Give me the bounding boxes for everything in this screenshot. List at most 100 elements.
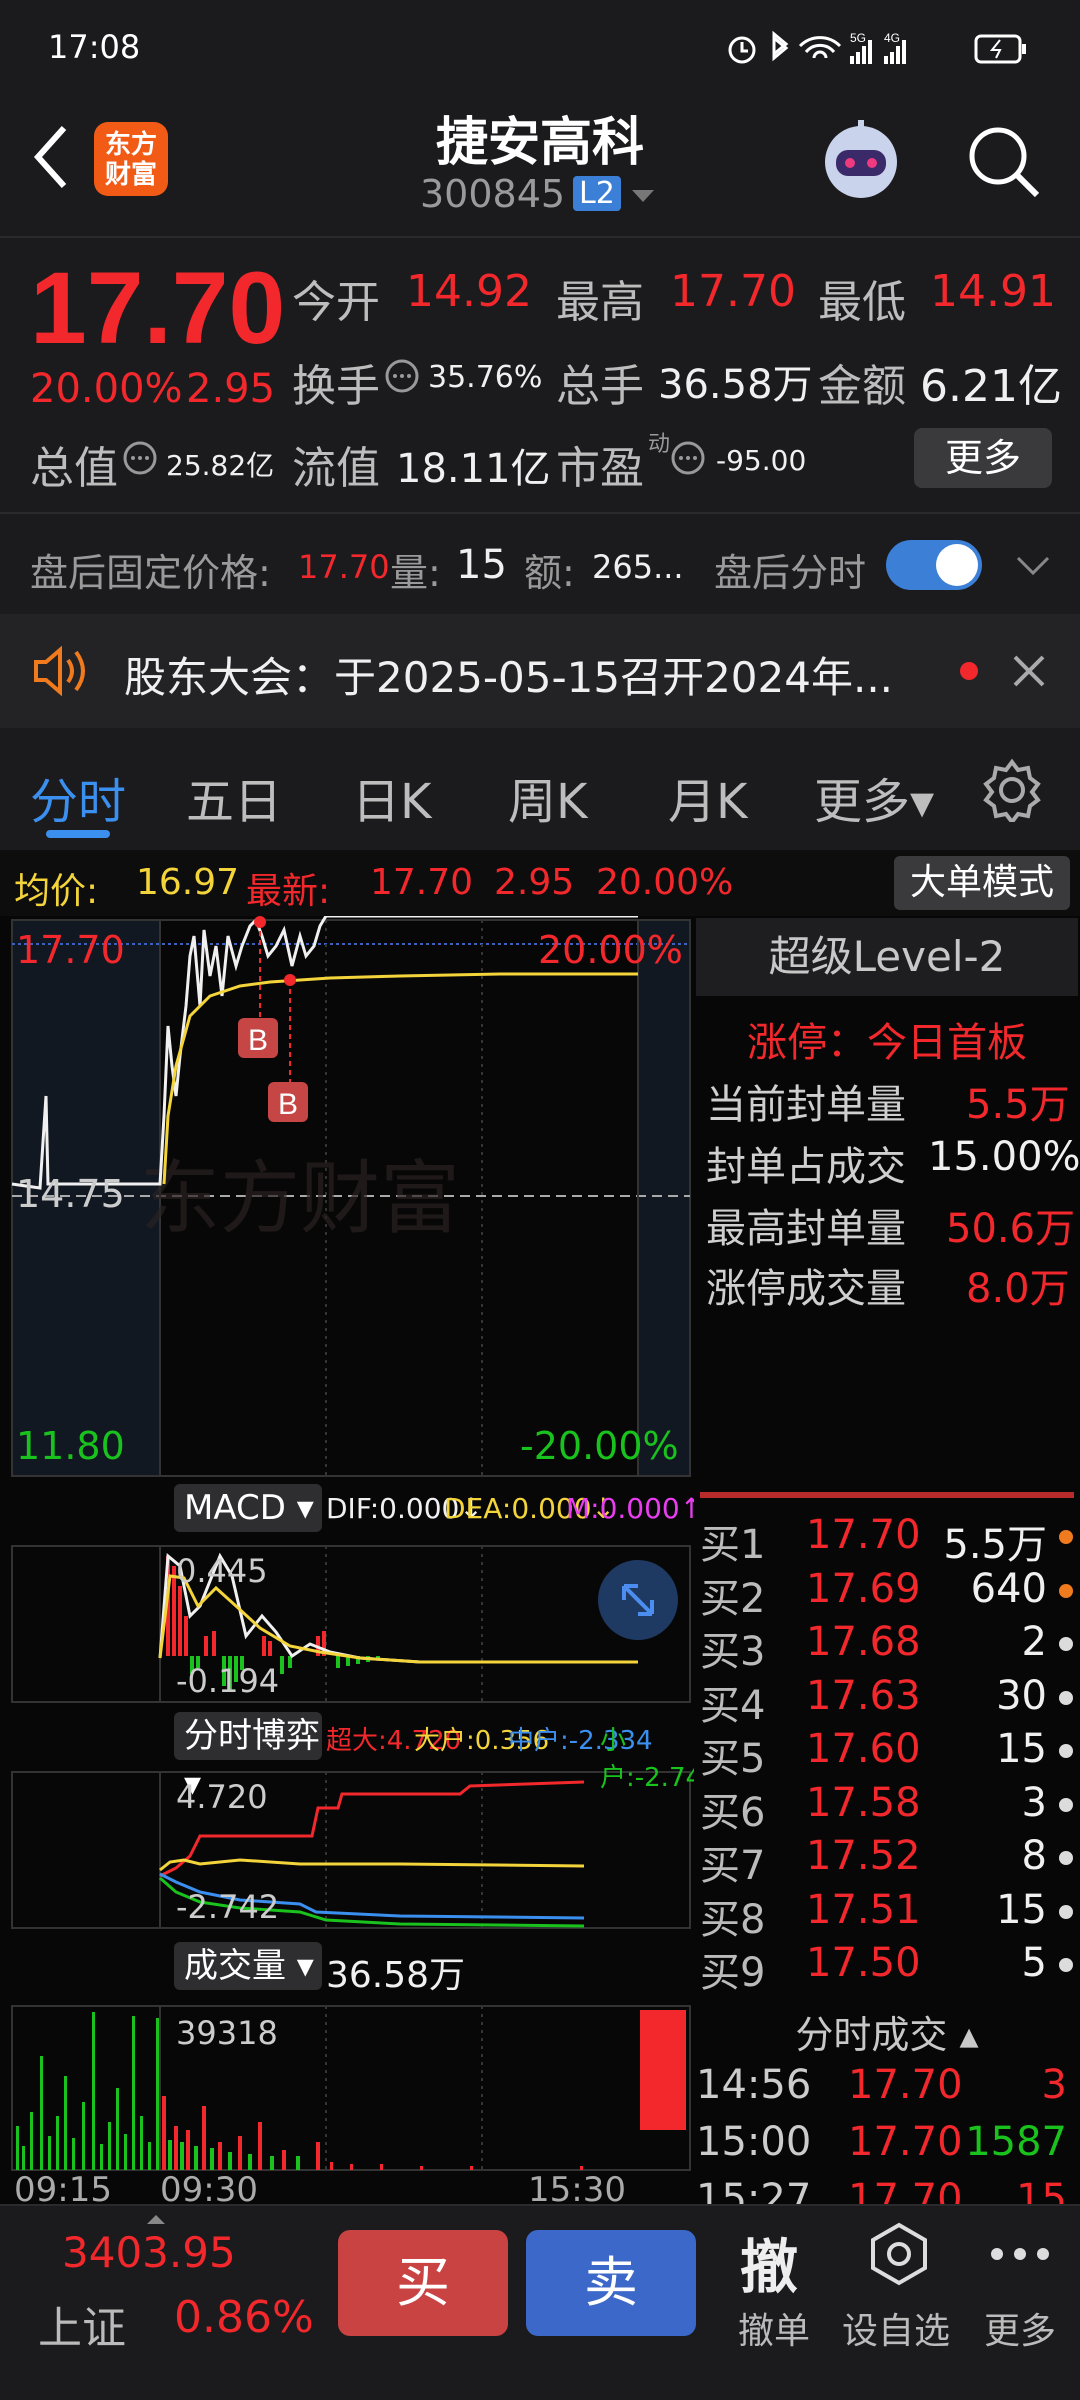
- trade-row[interactable]: 15:27 17.70 15: [696, 2176, 1071, 2204]
- orderbook-level: 买7: [700, 1843, 766, 1889]
- orderbook-volume: 5.5万: [943, 1522, 1047, 1568]
- after-hours-label: 盘后固定价格:: [30, 551, 271, 595]
- chart-area[interactable]: 东方财富 B B 17.70 20.00% 14.75 11.80 -20.00…: [0, 916, 719, 2210]
- buy-button[interactable]: 买: [338, 2230, 508, 2336]
- stock-name: 捷安高科: [435, 113, 644, 173]
- tab-monthly-k[interactable]: 月K: [668, 762, 747, 832]
- macd-m: M:0.000↑: [566, 1492, 704, 1525]
- more-dots-icon[interactable]: [990, 2246, 1050, 2265]
- seal-vol-label: 当前封单量: [706, 1082, 906, 1128]
- last-price: 17.70: [30, 251, 286, 365]
- after-hours-chart-label: 盘后分时: [714, 551, 867, 595]
- orderbook-row[interactable]: 买8 17.51 15: [700, 1887, 1075, 1943]
- amount-label: 金额: [818, 361, 906, 412]
- cancel-order-label[interactable]: 撤单: [738, 2302, 810, 2354]
- chevron-down-icon[interactable]: [630, 188, 656, 208]
- orderbook-row[interactable]: 买2 17.69 640: [700, 1565, 1075, 1622]
- orderbook-volume: 30: [996, 1672, 1047, 1719]
- orderbook-row[interactable]: 买1 17.70 5.5万: [700, 1512, 1075, 1568]
- last-label: 最新:: [246, 871, 331, 912]
- orderbook-dot: [1059, 1958, 1073, 1972]
- info-icon[interactable]: [384, 358, 420, 398]
- orderbook-row[interactable]: 买5 17.60 15: [700, 1726, 1075, 1782]
- tab-more[interactable]: 更多▾: [814, 762, 934, 832]
- orderbook-dot: [1059, 1583, 1073, 1598]
- big-line: [159, 1858, 585, 1872]
- orderbook-row[interactable]: 买7 17.52 8: [700, 1833, 1075, 1889]
- volume-selector[interactable]: 成交量 ▾: [174, 1942, 322, 1990]
- stock-code: 300845: [420, 172, 566, 216]
- trade-time: 14:56: [696, 2062, 812, 2108]
- orderbook-level: 买3: [700, 1629, 766, 1675]
- mcap-value: 25.82亿: [166, 449, 275, 482]
- bluetooth-icon: [772, 30, 789, 62]
- orderbook-price: 17.63: [806, 1672, 921, 1719]
- game-bottom-label: -2.742: [176, 1888, 280, 1926]
- index-pct[interactable]: 0.86%: [174, 2292, 314, 2343]
- tab-weekly-k[interactable]: 周K: [508, 762, 587, 832]
- orderbook-dot: [1059, 1637, 1073, 1651]
- limit-up-status: 涨停：今日首板: [747, 1020, 1027, 1066]
- orderbook-row[interactable]: 买3 17.68 2: [700, 1619, 1075, 1675]
- trade-row[interactable]: 15:00 17.70 1587: [696, 2119, 1071, 2175]
- notice-text: 股东大会：于2025-05-15召开2024年...: [124, 653, 894, 702]
- tab-daily-k[interactable]: 日K: [352, 762, 431, 832]
- orderbook-dot: [1059, 1690, 1073, 1705]
- macd-selector[interactable]: MACD ▾: [174, 1484, 322, 1532]
- pct-top-label: 20.00%: [538, 928, 683, 972]
- index-name[interactable]: 上证: [38, 2292, 126, 2356]
- trade-volume: 1587: [965, 2119, 1067, 2165]
- orderbook-row[interactable]: 买4 17.63 30: [700, 1672, 1075, 1729]
- trade-price: 17.70: [848, 2176, 963, 2204]
- tab-intraday[interactable]: 分时: [30, 762, 126, 832]
- watermark: 东方财富: [140, 1152, 460, 1245]
- index-value[interactable]: 3403.95: [62, 2228, 236, 2277]
- avg-label: 均价:: [14, 871, 99, 912]
- after-hours-amt-label: 额:: [524, 551, 575, 595]
- level2-badge[interactable]: L2: [573, 176, 621, 211]
- robot-assistant-icon[interactable]: [814, 112, 908, 206]
- sell-button[interactable]: 卖: [526, 2230, 696, 2336]
- after-hours-vol-label: 量:: [390, 551, 441, 595]
- trade-volume: 3: [1041, 2062, 1067, 2108]
- after-hours-toggle[interactable]: [886, 540, 982, 590]
- cancel-order-icon[interactable]: 撤: [740, 2220, 798, 2304]
- level2-title[interactable]: 超级Level-2: [696, 918, 1078, 996]
- game-top-label: 4.720: [176, 1778, 268, 1816]
- low-label: 最低: [818, 277, 906, 328]
- add-favorite-icon[interactable]: [868, 2222, 930, 2290]
- max-seal-value: 50.6万: [946, 1206, 1076, 1252]
- game-selector[interactable]: 分时博弈 ▾: [174, 1712, 322, 1804]
- info-icon[interactable]: [670, 440, 706, 480]
- search-icon[interactable]: [966, 124, 1042, 200]
- orderbook-row[interactable]: 买6 17.58 3: [700, 1780, 1075, 1836]
- mcap-label: 总值: [30, 443, 118, 494]
- trade-row[interactable]: 14:56 17.70 3: [696, 2062, 1071, 2118]
- trades-title[interactable]: 分时成交 ▴: [696, 2004, 1078, 2059]
- avg-value: 16.97: [136, 862, 240, 903]
- float-label: 流值: [292, 443, 380, 494]
- expand-up-icon[interactable]: [146, 2210, 166, 2229]
- more-label[interactable]: 更多: [984, 2302, 1056, 2354]
- info-icon[interactable]: [122, 440, 158, 480]
- more-button[interactable]: 更多: [914, 428, 1052, 488]
- orderbook-dot: [1059, 1851, 1073, 1865]
- trade-time: 15:00: [696, 2119, 812, 2165]
- after-hours-price: 17.70: [298, 548, 390, 586]
- orderbook-row[interactable]: 买9 17.50 5: [700, 1940, 1075, 1996]
- expand-chevron-icon[interactable]: [1016, 556, 1050, 580]
- big-order-mode-button[interactable]: 大单模式: [894, 856, 1070, 910]
- gear-icon[interactable]: [980, 758, 1044, 826]
- turnover-value: 35.76%: [428, 360, 543, 395]
- expand-arrows-icon[interactable]: [598, 1560, 678, 1640]
- tab-5day[interactable]: 五日: [186, 762, 282, 832]
- after-hours-vol: 15: [456, 542, 507, 588]
- volume-value: 36.58万: [658, 362, 813, 408]
- close-icon[interactable]: [1012, 654, 1046, 692]
- trades-list[interactable]: 14:56 17.70 3 15:00 17.70 1587 15:27 17.70 15: [696, 2062, 1080, 2204]
- price-top-label: 17.70: [16, 928, 125, 972]
- pe-superscript: 动: [648, 432, 671, 457]
- divider: [0, 236, 1080, 238]
- add-favorite-label[interactable]: 设自选: [842, 2302, 950, 2354]
- orderbook-volume: 640: [970, 1565, 1047, 1612]
